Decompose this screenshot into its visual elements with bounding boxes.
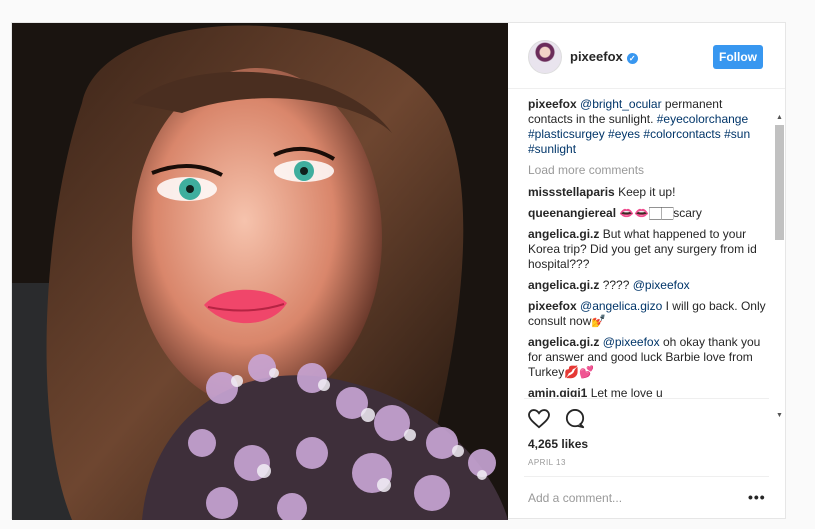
caption: pixeefox @bright_ocular permanent contac… xyxy=(528,97,768,157)
avatar[interactable] xyxy=(528,40,562,74)
more-options-icon[interactable]: ••• xyxy=(748,489,766,505)
comment-item: amin.gigi1 Let me love u xyxy=(528,386,768,397)
comment-item: angelica.gi.z ???? @pixeefox xyxy=(528,278,768,293)
comment-text: Let me love u xyxy=(590,386,663,397)
comments-list[interactable]: pixeefox @bright_ocular permanent contac… xyxy=(528,97,768,397)
post-username[interactable]: pixeefox ✓ xyxy=(570,49,638,64)
likes-count[interactable]: 4,265 likes xyxy=(528,437,588,451)
comment-item: pixeefox @angelica.gizo I will go back. … xyxy=(528,299,768,329)
comment-mention[interactable]: @angelica.gizo xyxy=(580,299,662,313)
comment-item: angelica.gi.z But what happened to your … xyxy=(528,227,768,272)
comment-username[interactable]: pixeefox xyxy=(528,97,577,111)
post-photo[interactable] xyxy=(12,23,508,520)
post-side-panel: pixeefox ✓ Follow pixeefox @bright_ocular… xyxy=(508,23,785,520)
post-card: pixeefox ✓ Follow pixeefox @bright_ocular… xyxy=(11,22,786,520)
comment-username[interactable]: angelica.gi.z xyxy=(528,335,599,349)
comment-username[interactable]: angelica.gi.z xyxy=(528,278,599,292)
scroll-down-icon[interactable]: ▼ xyxy=(775,411,784,420)
comment-username[interactable]: missstellaparis xyxy=(528,185,615,199)
comment-mention[interactable]: @pixeefox xyxy=(633,278,690,292)
comment-item: angelica.gi.z @pixeefox oh okay thank yo… xyxy=(528,335,768,380)
comment-text: ???? xyxy=(602,278,630,292)
post-header: pixeefox ✓ Follow xyxy=(508,23,785,89)
comments-scrollbar[interactable]: ▲ ▼ xyxy=(773,113,786,420)
comment-mention[interactable]: @bright_ocular xyxy=(580,97,662,111)
comment-text: 👄👄🏻🏻scary xyxy=(619,206,702,220)
username-text[interactable]: pixeefox xyxy=(570,49,623,64)
post-date[interactable]: APRIL 13 xyxy=(528,458,566,467)
comment-mention[interactable]: @pixeefox xyxy=(603,335,660,349)
comment-username[interactable]: amin.gigi1 xyxy=(528,386,587,397)
divider xyxy=(524,398,769,399)
comment-username[interactable]: queenangiereal xyxy=(528,206,616,220)
comment-username[interactable]: pixeefox xyxy=(528,299,577,313)
comment-username[interactable]: angelica.gi.z xyxy=(528,227,599,241)
comment-item: missstellaparis Keep it up! xyxy=(528,185,768,200)
portrait-image xyxy=(12,23,508,520)
divider xyxy=(524,476,769,477)
scroll-up-icon[interactable]: ▲ xyxy=(775,113,784,122)
scrollbar-thumb[interactable] xyxy=(775,125,784,240)
comment-icon[interactable] xyxy=(564,409,586,432)
add-comment-input[interactable] xyxy=(528,490,738,506)
comment-item: queenangiereal 👄👄🏻🏻scary xyxy=(528,206,768,221)
heart-icon[interactable] xyxy=(528,409,550,432)
action-icons xyxy=(528,409,597,431)
comment-text: Keep it up! xyxy=(618,185,676,199)
follow-button[interactable]: Follow xyxy=(713,45,763,69)
load-more-comments-link[interactable]: Load more comments xyxy=(528,163,768,178)
verified-badge-icon: ✓ xyxy=(626,53,638,64)
